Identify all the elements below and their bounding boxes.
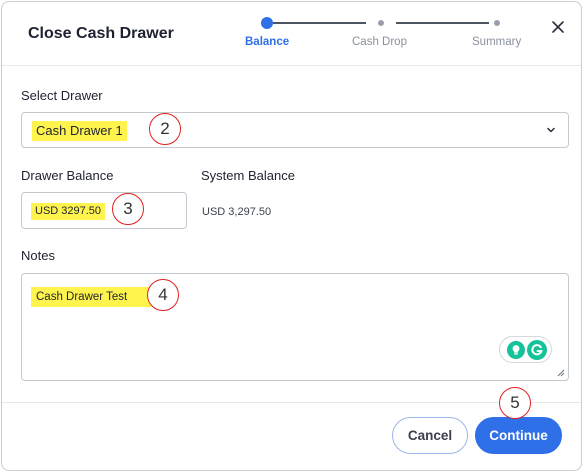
lightbulb-icon[interactable] bbox=[507, 341, 525, 359]
system-balance-label: System Balance bbox=[201, 168, 295, 183]
footer-divider bbox=[2, 402, 581, 403]
callout-5: 5 bbox=[499, 387, 531, 419]
notes-label: Notes bbox=[21, 248, 55, 263]
close-button[interactable] bbox=[549, 18, 567, 36]
step-label-balance: Balance bbox=[245, 36, 290, 48]
drawer-balance-input[interactable]: USD 3297.50 bbox=[21, 192, 187, 229]
select-drawer-label: Select Drawer bbox=[21, 88, 103, 103]
chevron-down-icon bbox=[547, 127, 555, 133]
grammarly-widget[interactable] bbox=[499, 336, 552, 363]
cancel-button[interactable]: Cancel bbox=[392, 417, 468, 454]
close-icon bbox=[552, 21, 564, 33]
step-label-summary: Summary bbox=[472, 36, 522, 48]
step-summary-dot bbox=[494, 20, 500, 26]
callout-2: 2 bbox=[149, 113, 181, 145]
stepper: Balance Cash Drop Summary bbox=[2, 2, 581, 66]
step-connector bbox=[396, 22, 489, 24]
dialog-header: Close Cash Drawer Balance Cash Drop Summ… bbox=[2, 2, 581, 66]
step-cash-drop-dot bbox=[378, 20, 384, 26]
drawer-select[interactable]: Cash Drawer 1 bbox=[21, 112, 569, 148]
step-label-cash-drop: Cash Drop bbox=[352, 36, 407, 48]
drawer-balance-label: Drawer Balance bbox=[21, 168, 114, 183]
close-cash-drawer-dialog: Close Cash Drawer Balance Cash Drop Summ… bbox=[1, 1, 582, 471]
callout-4: 4 bbox=[147, 279, 179, 311]
drawer-balance-value: USD 3297.50 bbox=[31, 203, 106, 220]
drawer-select-value: Cash Drawer 1 bbox=[32, 121, 127, 141]
system-balance-value: USD 3,297.50 bbox=[202, 206, 272, 218]
step-connector bbox=[273, 22, 366, 24]
resize-handle-icon[interactable] bbox=[557, 369, 565, 377]
step-balance-dot bbox=[261, 17, 273, 29]
grammarly-logo-icon[interactable] bbox=[527, 340, 547, 360]
continue-button[interactable]: Continue bbox=[475, 417, 562, 454]
callout-3: 3 bbox=[112, 193, 144, 225]
notes-value: Cash Drawer Test bbox=[31, 287, 152, 307]
notes-textarea[interactable]: Cash Drawer Test bbox=[21, 273, 569, 381]
